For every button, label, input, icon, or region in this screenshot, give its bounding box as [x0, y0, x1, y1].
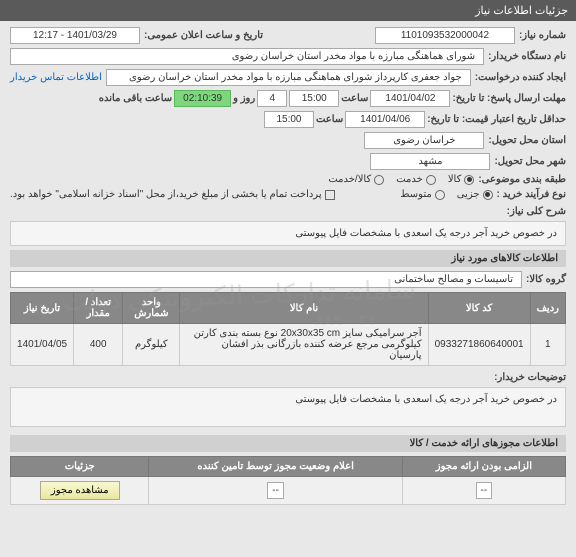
radio-icon: [435, 190, 445, 200]
deadline-date: 1401/04/02: [370, 90, 450, 107]
th-auth-details: جزئیات: [11, 457, 149, 477]
th-auth-status: اعلام وضعیت مجوز توسط تامین کننده: [149, 457, 402, 477]
buyer-org-value: شورای هماهنگی مبارزه با مواد مخدر استان …: [10, 48, 484, 65]
main-content: شماره نیاز: 1101093532000042 تاریخ و ساع…: [0, 21, 576, 511]
auth-table: الزامی بودن ارائه مجوز اعلام وضعیت مجوز …: [10, 456, 566, 505]
buyer-notes-label: توضیحات خریدار:: [494, 372, 566, 383]
min-valid-label: حداقل تاریخ اعتبار قیمت: تا تاریخ:: [427, 114, 566, 125]
th-row: ردیف: [530, 293, 565, 324]
description-label: شرح کلی نیاز:: [507, 206, 566, 217]
auth-section-title: اطلاعات مجوزهای ارائه خدمت / کالا: [10, 435, 566, 452]
goods-group-label: گروه کالا:: [526, 274, 566, 285]
announce-date-value: 1401/03/29 - 12:17: [10, 27, 140, 44]
announce-date-label: تاریخ و ساعت اعلان عمومی:: [144, 30, 263, 41]
radio-both[interactable]: کالا/خدمت: [328, 174, 384, 185]
days-label: روز و: [233, 93, 255, 104]
buyer-notes-box: در خصوص خرید آجر درجه یک اسعدی با مشخصات…: [10, 387, 566, 427]
th-name: نام کالا: [180, 293, 428, 324]
remaining-label: ساعت باقی مانده: [99, 93, 172, 104]
need-number-value: 1101093532000042: [375, 27, 515, 44]
radio-service[interactable]: خدمت: [396, 174, 436, 185]
need-number-label: شماره نیاز:: [519, 30, 566, 41]
process-radio-group: جزیی متوسط: [400, 189, 492, 200]
payment-note: پرداخت تمام یا بخشی از مبلغ خرید،از محل …: [10, 189, 322, 200]
auth-table-row: -- -- مشاهده مجوز: [11, 477, 566, 505]
category-label: طبقه بندی موضوعی:: [478, 174, 566, 185]
radio-icon: [426, 175, 436, 185]
city-value: مشهد: [370, 153, 490, 170]
requester-label: ایجاد کننده درخواست:: [475, 72, 566, 83]
th-date: تاریخ نیاز: [11, 293, 74, 324]
td-name: آجر سرامیکی سایز 20x30x35 cm نوع بسته بن…: [180, 324, 428, 366]
radio-icon: [483, 190, 493, 200]
goods-table: ردیف کد کالا نام کالا واحد شمارش تعداد /…: [10, 292, 566, 366]
buyer-contact-link[interactable]: اطلاعات تماس خریدار: [10, 72, 102, 83]
table-row[interactable]: 1 0933271860640001 آجر سرامیکی سایز 20x3…: [11, 324, 566, 366]
td-row: 1: [530, 324, 565, 366]
countdown-timer: 02:10:39: [174, 90, 231, 107]
goods-group-value: تاسیسات و مصالح ساختمانی: [10, 271, 522, 288]
auth-status-select[interactable]: --: [267, 482, 284, 499]
view-auth-button[interactable]: مشاهده مجوز: [40, 481, 120, 500]
radio-medium[interactable]: متوسط: [400, 189, 444, 200]
goods-section-title: اطلاعات کالاهای مورد نیاز: [10, 250, 566, 267]
min-valid-time-label: ساعت: [316, 114, 343, 125]
th-unit: واحد شمارش: [123, 293, 180, 324]
description-box: در خصوص خرید آجر درجه یک اسعدی با مشخصات…: [10, 221, 566, 246]
days-remaining: 4: [257, 90, 287, 107]
deadline-time-label: ساعت: [341, 93, 368, 104]
min-valid-date: 1401/04/06: [345, 111, 425, 128]
category-radio-group: کالا خدمت کالا/خدمت: [328, 174, 474, 185]
td-unit: کیلوگرم: [123, 324, 180, 366]
auth-required-select[interactable]: --: [476, 482, 493, 499]
buyer-org-label: نام دستگاه خریدار:: [488, 51, 566, 62]
process-type-label: نوع فرآیند خرید :: [497, 189, 566, 200]
td-date: 1401/04/05: [11, 324, 74, 366]
payment-checkbox-item[interactable]: پرداخت تمام یا بخشی از مبلغ خرید،از محل …: [10, 189, 335, 200]
radio-partial[interactable]: جزیی: [457, 189, 493, 200]
checkbox-icon: [325, 190, 335, 200]
radio-goods[interactable]: کالا: [448, 174, 475, 185]
td-code: 0933271860640001: [428, 324, 530, 366]
radio-icon: [464, 175, 474, 185]
page-title: جزئیات اطلاعات نیاز: [475, 5, 568, 17]
td-qty: 400: [74, 324, 123, 366]
th-auth-required: الزامی بودن ارائه مجوز: [402, 457, 565, 477]
province-value: خراسان رضوی: [364, 132, 484, 149]
page-header: جزئیات اطلاعات نیاز: [0, 0, 576, 21]
th-code: کد کالا: [428, 293, 530, 324]
city-label: شهر محل تحویل:: [494, 156, 566, 167]
deadline-time: 15:00: [289, 90, 339, 107]
deadline-label: مهلت ارسال پاسخ: تا تاریخ:: [452, 93, 566, 104]
requester-value: جواد جعفری کارپرداز شورای هماهنگی مبارزه…: [106, 69, 471, 86]
min-valid-time: 15:00: [264, 111, 314, 128]
radio-icon: [374, 175, 384, 185]
th-qty: تعداد / مقدار: [74, 293, 123, 324]
province-label: استان محل تحویل:: [488, 135, 566, 146]
